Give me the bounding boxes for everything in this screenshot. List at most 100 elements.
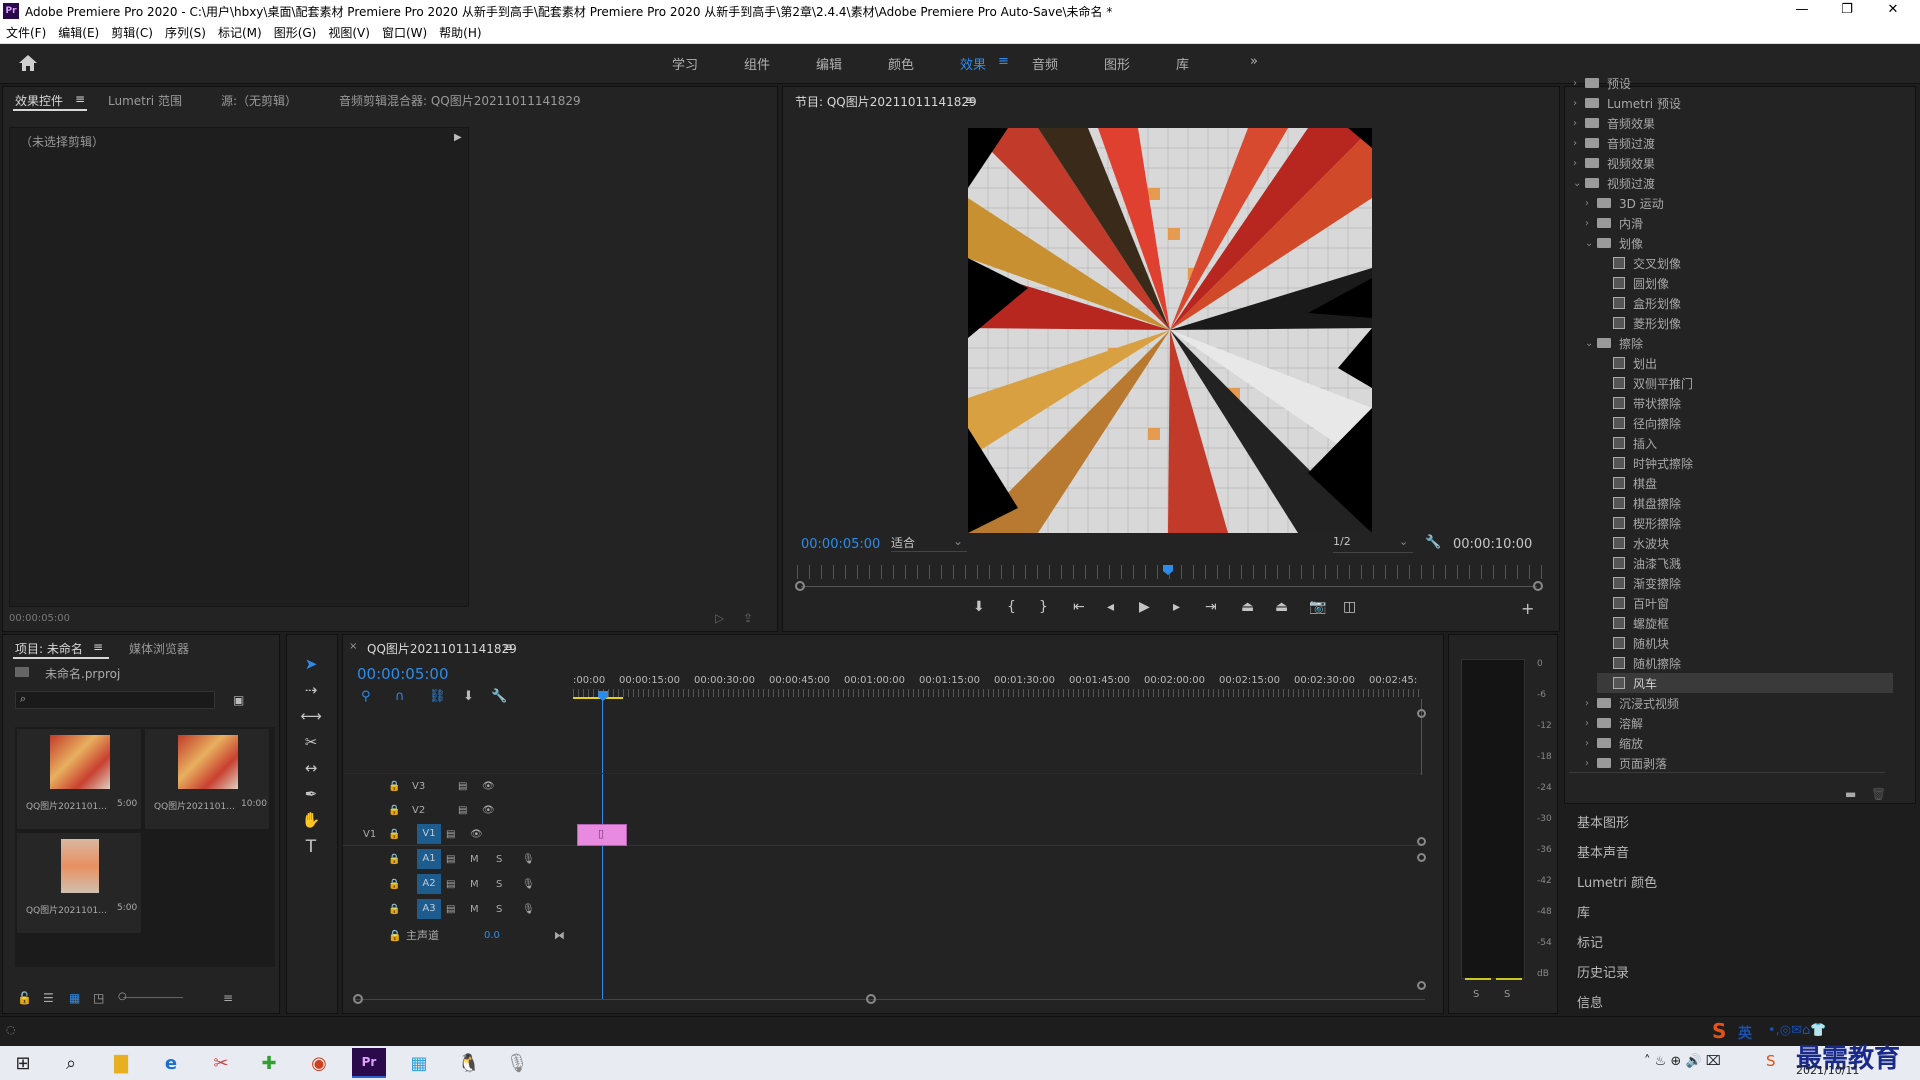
effect-folder[interactable]: › 缩放 xyxy=(1585,733,1893,753)
mic-icon[interactable]: 🎙 xyxy=(522,854,535,865)
effect-item[interactable]: 随机块 xyxy=(1597,633,1893,653)
effect-item[interactable]: 交叉划像 xyxy=(1597,253,1893,273)
project-item[interactable]: QQ图片2021101... 5:00 xyxy=(17,833,141,933)
tab-media-browser[interactable]: 媒体浏览器 xyxy=(129,640,189,657)
effect-item[interactable]: 百叶窗 xyxy=(1597,593,1893,613)
sogou-tray-icon[interactable]: S xyxy=(1766,1052,1776,1070)
effect-folder[interactable]: › 溶解 xyxy=(1585,713,1893,733)
sync-icon[interactable]: ▤ xyxy=(446,829,470,840)
fit-dropdown[interactable]: 适合 ⌄ xyxy=(891,534,967,552)
effect-item[interactable]: 渐变擦除 xyxy=(1597,573,1893,593)
trash-icon[interactable]: 🗑 xyxy=(1871,787,1886,801)
effect-folder[interactable]: › 视频效果 xyxy=(1573,153,1893,173)
menu-marker[interactable]: 标记(M) xyxy=(212,24,268,41)
ime-mode[interactable]: 英 xyxy=(1738,1023,1752,1043)
workspace-libraries[interactable]: 库 xyxy=(1176,54,1189,73)
workspace-editing[interactable]: 编辑 xyxy=(816,54,842,73)
file-explorer-icon[interactable]: ▇ xyxy=(104,1048,138,1078)
chevron-right-icon[interactable]: › xyxy=(1585,698,1597,709)
panel-essential-sound[interactable]: 基本声音 xyxy=(1577,842,1629,861)
step-back-icon[interactable]: ◂ xyxy=(1107,599,1114,615)
effect-item[interactable]: 盒形划像 xyxy=(1597,293,1893,313)
mute-button[interactable]: M xyxy=(470,854,496,865)
program-title[interactable]: 节目: QQ图片20211011141829 xyxy=(795,93,977,110)
chevron-right-icon[interactable]: › xyxy=(1573,118,1585,129)
track-label[interactable]: A2 xyxy=(417,874,441,894)
master-expand-icon[interactable]: ⧓ xyxy=(554,929,565,942)
chevron-right-icon[interactable]: › xyxy=(1573,98,1585,109)
microphone-icon[interactable]: 🎙 xyxy=(500,1048,534,1078)
panel-libraries[interactable]: 库 xyxy=(1577,902,1590,921)
menu-view[interactable]: 视图(V) xyxy=(322,24,376,41)
effect-item[interactable]: 油漆飞溅 xyxy=(1597,553,1893,573)
track-header-a1[interactable]: 🔒 A1 ▤ M S 🎙 xyxy=(388,849,568,869)
sequence-menu-icon[interactable]: ≡ xyxy=(503,640,513,654)
effect-folder[interactable]: › 页面剥落 xyxy=(1585,753,1893,773)
scroll-handle-right[interactable] xyxy=(1533,581,1543,591)
program-menu-icon[interactable]: ≡ xyxy=(965,93,975,107)
effect-item[interactable]: 螺旋框 xyxy=(1597,613,1893,633)
vscroll-handle[interactable] xyxy=(1417,837,1426,846)
chevron-down-icon[interactable]: ⌄ xyxy=(1585,238,1597,249)
program-scrollbar[interactable] xyxy=(801,586,1537,587)
tab-project[interactable]: 项目: 未命名 xyxy=(15,640,83,657)
mute-button[interactable]: M xyxy=(470,904,496,915)
work-area-bar[interactable] xyxy=(573,697,623,699)
zoom-slider-handle[interactable]: ○ xyxy=(118,991,127,1002)
type-tool-icon[interactable]: T xyxy=(299,837,323,859)
home-icon[interactable] xyxy=(18,54,38,72)
effect-folder[interactable]: › 3D 运动 xyxy=(1585,193,1893,213)
mic-icon[interactable]: 🎙 xyxy=(522,904,535,915)
sync-icon[interactable]: ▤ xyxy=(458,781,482,792)
track-label[interactable]: V1 xyxy=(417,824,441,844)
effect-item[interactable]: 双侧平推门 xyxy=(1597,373,1893,393)
workspace-menu-icon[interactable]: ≡ xyxy=(998,54,1009,69)
icon-view-icon[interactable]: ▦ xyxy=(69,991,80,1005)
effect-item[interactable]: 水波块 xyxy=(1597,533,1893,553)
effect-item[interactable]: 棋盘 xyxy=(1597,473,1893,493)
effect-folder[interactable]: › 内滑 xyxy=(1585,213,1893,233)
project-item[interactable]: QQ图片2021101... 10:00 xyxy=(145,729,269,829)
track-label[interactable]: A1 xyxy=(417,849,441,869)
track-label[interactable]: A3 xyxy=(417,899,441,919)
add-marker-icon[interactable]: ⬇ xyxy=(973,599,985,615)
menu-sequence[interactable]: 序列(S) xyxy=(159,24,212,41)
source-patch[interactable]: V1 xyxy=(363,829,388,840)
track-header-a2[interactable]: 🔒 A2 ▤ M S 🎙 xyxy=(388,874,568,894)
go-to-in-icon[interactable]: ⇤ xyxy=(1073,599,1085,615)
program-timecode[interactable]: 00:00:05:00 xyxy=(801,537,880,552)
effect-item[interactable]: 径向擦除 xyxy=(1597,413,1893,433)
export-frame-icon[interactable]: 📷 xyxy=(1309,599,1326,615)
chevron-right-icon[interactable]: › xyxy=(1585,758,1597,769)
effect-folder[interactable]: ⌄ 擦除 xyxy=(1585,333,1893,353)
project-search-input[interactable]: ⌕ xyxy=(15,691,215,709)
sync-icon[interactable]: ▤ xyxy=(446,904,470,915)
effect-item[interactable]: 楔形擦除 xyxy=(1597,513,1893,533)
tab-menu-icon[interactable]: ≡ xyxy=(75,92,85,106)
effect-item[interactable]: 时钟式擦除 xyxy=(1597,453,1893,473)
project-item[interactable]: QQ图片2021101... 5:00 xyxy=(17,729,141,829)
workspace-more-icon[interactable]: » xyxy=(1250,54,1258,69)
chevron-right-icon[interactable]: › xyxy=(1585,198,1597,209)
vscroll-handle[interactable] xyxy=(1417,853,1426,862)
sync-icon[interactable]: ▤ xyxy=(446,854,470,865)
effect-folder[interactable]: › Lumetri 预设 xyxy=(1573,93,1893,113)
track-header-v2[interactable]: 🔒 V2 ▤ 👁 xyxy=(388,800,568,820)
hscroll-handle-right[interactable] xyxy=(866,994,876,1004)
sync-icon[interactable]: ▤ xyxy=(446,879,470,890)
workspace-graphics[interactable]: 图形 xyxy=(1104,54,1130,73)
selection-tool-icon[interactable]: ➤ xyxy=(299,655,323,677)
lock-icon[interactable]: 🔒 xyxy=(388,879,412,890)
sogou-ime-icon[interactable]: S xyxy=(1712,1019,1726,1043)
track-select-tool-icon[interactable]: ⇢ xyxy=(299,681,323,703)
menu-graphics[interactable]: 图形(G) xyxy=(268,24,323,41)
timeline-hscroll[interactable] xyxy=(355,999,1425,1000)
photos-icon[interactable]: ▦ xyxy=(402,1048,436,1078)
lock-icon[interactable]: 🔒 xyxy=(388,829,412,840)
solo-button[interactable]: S xyxy=(496,879,522,890)
lock-icon[interactable]: 🔓 xyxy=(17,991,32,1005)
linked-selection-icon[interactable]: ⛓ xyxy=(429,689,446,704)
workspace-audio[interactable]: 音频 xyxy=(1032,54,1058,73)
effect-folder[interactable]: › 音频效果 xyxy=(1573,113,1893,133)
timeline-settings-icon[interactable]: 🔧 xyxy=(491,689,507,704)
